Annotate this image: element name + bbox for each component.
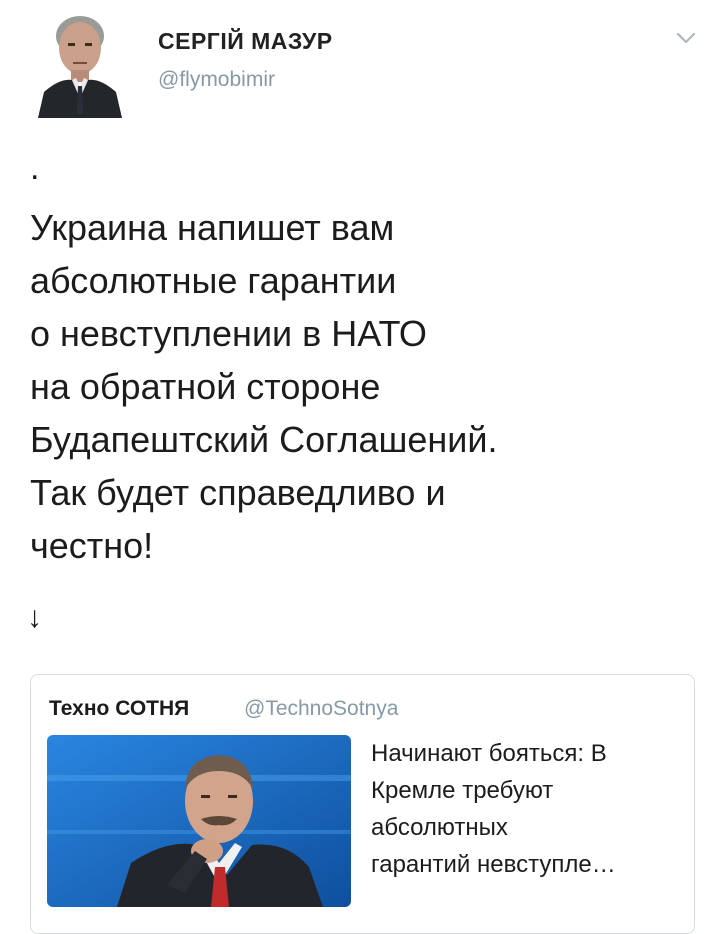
tweet-text: Украина напишет вам абсолютные гарантии …	[30, 201, 700, 572]
author-handle[interactable]: @flymobimir	[158, 68, 275, 92]
author-avatar[interactable]	[30, 6, 130, 118]
tweet-text-line: на обратной стороне	[30, 366, 381, 407]
quoted-tweet-text: Начинают бояться: В Кремле требуют абсол…	[371, 735, 686, 883]
quoted-text-line: абсолютных	[371, 814, 508, 841]
tweet-text-line: абсолютные гарантии	[30, 260, 397, 301]
quoted-text-line: Начинают бояться: В	[371, 740, 607, 767]
quoted-author-name: Техно СОТНЯ	[49, 697, 190, 720]
chevron-down-icon[interactable]	[672, 28, 700, 48]
tweet-text-line: Так будет справедливо и	[30, 472, 446, 513]
quoted-article-image[interactable]	[47, 735, 351, 907]
tweet-text-line: честно!	[30, 525, 154, 566]
quoted-author-handle: @TechnoSotnya	[244, 697, 399, 720]
tweet: СЕРГІЙ МАЗУР @flymobimir . Украина напиш…	[0, 0, 720, 934]
tweet-text-line: Будапештский Соглашений.	[30, 419, 498, 460]
quoted-tweet-card[interactable]: Техно СОТНЯ @TechnoSotnya Начинают боять…	[30, 674, 695, 934]
tweet-lead-mark: .	[30, 149, 40, 187]
down-arrow-icon: ↓	[27, 601, 42, 634]
article-photo-icon	[47, 735, 351, 907]
quoted-text-line: Кремле требуют	[371, 777, 554, 804]
author-name[interactable]: СЕРГІЙ МАЗУР	[158, 28, 333, 55]
avatar-photo-icon	[30, 6, 130, 118]
tweet-text-line: Украина напишет вам	[30, 207, 395, 248]
tweet-text-line: о невступлении в НАТО	[30, 313, 427, 354]
quoted-text-line: гарантий невступле…	[371, 851, 616, 878]
